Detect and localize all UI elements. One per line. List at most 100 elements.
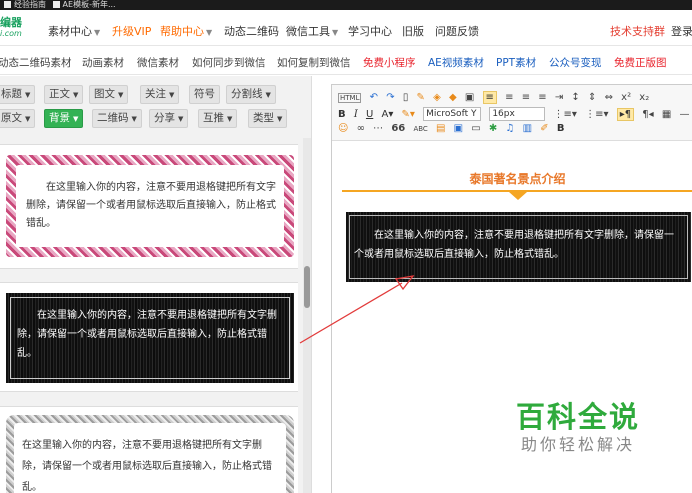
video-icon[interactable]: ▭ [471,123,480,134]
template-scrollbar[interactable] [303,138,311,493]
nav-dynamic-qr[interactable]: 动态二维码 [224,23,279,39]
chevron-down-icon: ▼ [25,115,31,123]
category-body[interactable]: 正文 ▼ [44,85,84,104]
align-center-icon[interactable]: ≡ [505,92,513,103]
subnav-sync-wechat[interactable]: 如何同步到微信 [192,55,266,70]
attachment-icon[interactable]: ▥ [523,123,532,134]
subnav-animation[interactable]: 动画素材 [82,55,124,70]
ordered-list-icon[interactable]: ⋮≡▾ [554,109,577,120]
nav-label: 学习中心 [348,25,392,38]
ltr-icon[interactable]: ▸¶ [616,108,635,121]
category-title[interactable]: 标题 ▼ [0,85,36,104]
nav-old-version[interactable]: 旧版 [402,23,424,39]
image-icon[interactable]: ▤ [436,123,445,134]
bold-icon[interactable]: B [338,109,346,120]
map-icon[interactable]: ✱ [489,123,497,134]
nav-tech-support[interactable]: 技术支持群 [610,23,665,39]
category-follow[interactable]: 关注 ▼ [140,85,180,104]
font-size-select[interactable]: 16px [489,107,546,121]
find-replace-icon[interactable]: ▣ [465,92,474,103]
category-cross-promo[interactable]: 互推 ▼ [198,109,238,128]
category-image-text[interactable]: 图文 ▼ [89,85,129,104]
align-right-icon[interactable]: ≡ [522,92,530,103]
subnav-copy-wechat[interactable]: 如何复制到微信 [277,55,351,70]
category-divider[interactable]: 分割线 ▼ [226,85,276,104]
underline-icon[interactable]: U [366,109,373,120]
category-qrcode[interactable]: 二维码 ▼ [92,109,142,128]
category-background[interactable]: 背景 ▼ [44,109,84,128]
redo-icon[interactable]: ↷ [386,92,394,103]
subnav-ae-video[interactable]: AE视频素材 [428,55,484,70]
quote-icon[interactable]: 66 [391,123,405,134]
letter-spacing-icon[interactable]: ⇔ [605,92,613,103]
multi-image-icon[interactable]: ▣ [454,123,463,134]
nav-feedback[interactable]: 问题反馈 [435,23,479,39]
unlink-icon[interactable]: ⋯ [373,123,383,134]
hr-icon[interactable]: — [679,109,689,120]
category-label: 标题 [1,88,22,100]
highlight-icon[interactable]: ✎▾ [402,109,415,120]
template-list[interactable]: 在这里输入你的内容，注意不要用退格键把所有文字删除，请保留一个或者用鼠标选取后直… [0,138,304,493]
nav-wechat-tools[interactable]: 微信工具 ▼ [286,23,338,39]
align-left-icon[interactable]: ≡ [482,91,497,104]
subnav-dynamic-qr-material[interactable]: 动态二维码素材 [0,55,72,70]
emoji-icon[interactable]: ☺ [338,123,348,134]
inserted-dark-template[interactable]: 在这里输入你的内容，注意不要用退格键把所有文字删除，请保留一个或者用鼠标选取后直… [346,212,691,282]
bookmark-item[interactable]: AE模板-新年... [52,0,116,10]
strikethrough-icon[interactable]: ABC [413,125,427,133]
category-symbol[interactable]: 符号 [189,85,220,104]
brush-icon[interactable]: ✎ [417,92,425,103]
undo-icon[interactable]: ↶ [370,92,378,103]
category-share[interactable]: 分享 ▼ [149,109,189,128]
template-card-silver[interactable]: 在这里输入你的内容，注意不要用退格键把所有文字删除，请保留一个或者用鼠标选取后直… [0,406,298,493]
font-family-select[interactable]: MicroSoft Y [423,107,482,121]
nav-label: 登录 [671,25,692,38]
site-logo[interactable]: 编器 i.com [0,17,30,39]
indent-icon[interactable]: ⇥ [555,92,563,103]
bold-toggle-icon[interactable]: B [557,123,565,134]
music-icon[interactable]: ♫ [506,123,515,134]
scrollbar-thumb[interactable] [304,266,310,308]
nav-learning-center[interactable]: 学习中心 [348,23,392,39]
subnav-mini-program[interactable]: 免费小程序 [363,55,416,70]
link-icon[interactable]: ∞ [357,123,365,134]
rtl-icon[interactable]: ¶◂ [642,109,653,120]
category-original[interactable]: 原文 ▼ [0,109,36,128]
font-color-icon[interactable]: A▾ [381,109,393,120]
nav-help-center[interactable]: 帮助中心 ▼ [160,23,212,39]
unordered-list-icon[interactable]: ⋮≡▾ [585,109,608,120]
eraser-icon[interactable]: ◈ [433,92,441,103]
template-card-floral[interactable]: 在这里输入你的内容，注意不要用退格键把所有文字删除，请保留一个或者用鼠标选取后直… [0,144,298,269]
paint-bucket-icon[interactable]: ◆ [449,92,457,103]
italic-icon[interactable]: I [354,109,358,120]
paragraph-spacing-icon[interactable]: ⇕ [588,92,596,103]
table-icon[interactable]: ▦ [662,109,671,120]
category-type[interactable]: 类型 ▼ [248,109,288,128]
new-doc-icon[interactable]: ▯ [403,92,409,103]
line-height-icon[interactable]: ↕ [571,92,579,103]
category-label: 关注 [145,88,166,100]
bookmark-item[interactable]: 经验指南 [4,0,46,10]
subscript-icon[interactable]: x₂ [639,92,649,103]
subnav-ppt[interactable]: PPT素材 [496,55,536,70]
format-brush-icon[interactable]: ✐ [540,123,548,134]
toolbar-row-2: B I U A▾ ✎▾ MicroSoft Y 16px ⋮≡▾ ⋮≡▾ ▸¶ … [338,107,692,123]
watermark-subtitle: 助你轻松解决 [520,435,635,454]
nav-upgrade-vip[interactable]: 升级VIP [112,23,151,39]
nav-login[interactable]: 登录 [671,23,692,39]
subnav-wechat-material[interactable]: 微信素材 [137,55,179,70]
subnav-monetize[interactable]: 公众号变现 [549,55,602,70]
chevron-down-icon: ▼ [265,91,271,99]
nav-material-center[interactable]: 素材中心 ▼ [48,23,100,39]
template-text: 在这里输入你的内容，注意不要用退格键把所有文字删除，请保留一个或者用鼠标选取后直… [10,297,290,379]
superscript-icon[interactable]: x² [621,92,631,103]
font-color-label: A [381,109,389,120]
html-source-icon[interactable]: HTML [338,93,362,103]
subnav-free-images[interactable]: 免费正版图 [614,55,667,70]
watermark-title: 百科全说 [515,400,640,434]
align-justify-icon[interactable]: ≡ [538,92,546,103]
heading-block[interactable]: 泰国著名景点介绍 [342,170,692,200]
template-card-dark[interactable]: 在这里输入你的内容，注意不要用退格键把所有文字删除，请保留一个或者用鼠标选取后直… [0,282,298,392]
chevron-down-icon: ▼ [169,91,175,99]
category-label: 二维码 [97,112,129,124]
